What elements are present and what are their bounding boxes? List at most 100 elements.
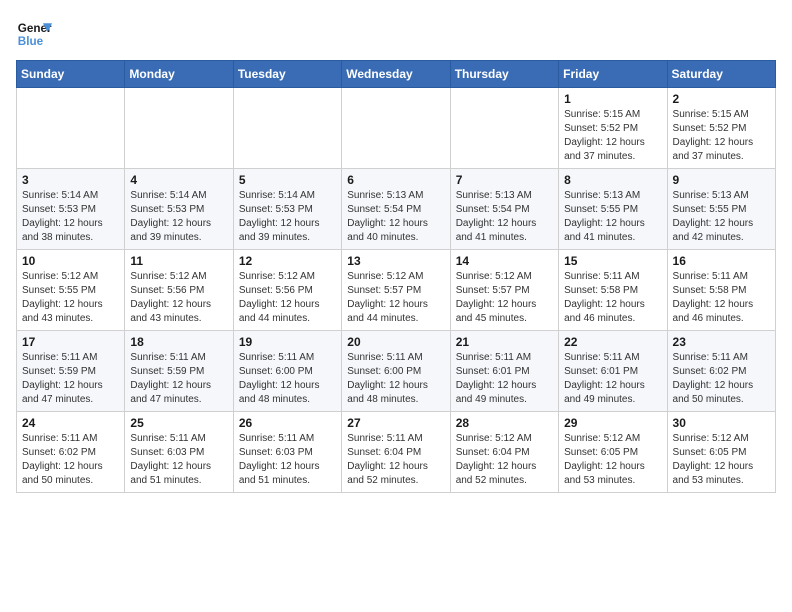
day-number: 9: [673, 173, 770, 187]
day-info: Sunrise: 5:11 AM Sunset: 6:03 PM Dayligh…: [239, 432, 336, 488]
page-header: General Blue: [16, 16, 776, 52]
day-number: 7: [456, 173, 553, 187]
calendar-cell: 10 Sunrise: 5:12 AM Sunset: 5:55 PM Dayli…: [17, 250, 125, 331]
day-info: Sunrise: 5:13 AM Sunset: 5:55 PM Dayligh…: [564, 189, 661, 245]
day-number: 15: [564, 254, 661, 268]
day-number: 25: [130, 416, 227, 430]
day-info: Sunrise: 5:11 AM Sunset: 6:02 PM Dayligh…: [22, 432, 119, 488]
day-number: 26: [239, 416, 336, 430]
logo: General Blue: [16, 16, 52, 52]
day-info: Sunrise: 5:12 AM Sunset: 5:57 PM Dayligh…: [347, 270, 444, 326]
logo-icon: General Blue: [16, 16, 52, 52]
day-number: 30: [673, 416, 770, 430]
svg-text:Blue: Blue: [18, 35, 44, 48]
calendar-cell: [233, 88, 341, 169]
day-number: 3: [22, 173, 119, 187]
day-info: Sunrise: 5:14 AM Sunset: 5:53 PM Dayligh…: [22, 189, 119, 245]
day-info: Sunrise: 5:12 AM Sunset: 5:55 PM Dayligh…: [22, 270, 119, 326]
day-number: 16: [673, 254, 770, 268]
day-header-tuesday: Tuesday: [233, 61, 341, 88]
calendar-week-row: 24 Sunrise: 5:11 AM Sunset: 6:02 PM Dayli…: [17, 412, 776, 493]
day-number: 24: [22, 416, 119, 430]
calendar-cell: 16 Sunrise: 5:11 AM Sunset: 5:58 PM Dayli…: [667, 250, 775, 331]
calendar-cell: 15 Sunrise: 5:11 AM Sunset: 5:58 PM Dayli…: [559, 250, 667, 331]
day-info: Sunrise: 5:15 AM Sunset: 5:52 PM Dayligh…: [564, 108, 661, 164]
day-info: Sunrise: 5:12 AM Sunset: 5:56 PM Dayligh…: [130, 270, 227, 326]
calendar-cell: 19 Sunrise: 5:11 AM Sunset: 6:00 PM Dayli…: [233, 331, 341, 412]
calendar-cell: [450, 88, 558, 169]
calendar-cell: 22Sunrise: 5:11 AM Sunset: 6:01 PM Dayli…: [559, 331, 667, 412]
day-info: Sunrise: 5:11 AM Sunset: 6:00 PM Dayligh…: [347, 351, 444, 407]
day-header-wednesday: Wednesday: [342, 61, 450, 88]
calendar-cell: 7 Sunrise: 5:13 AM Sunset: 5:54 PM Daylig…: [450, 169, 558, 250]
day-number: 2: [673, 92, 770, 106]
day-info: Sunrise: 5:11 AM Sunset: 6:01 PM Dayligh…: [456, 351, 553, 407]
calendar-cell: [17, 88, 125, 169]
calendar-cell: 6Sunrise: 5:13 AM Sunset: 5:54 PM Daylig…: [342, 169, 450, 250]
calendar-cell: 1 Sunrise: 5:15 AM Sunset: 5:52 PM Daylig…: [559, 88, 667, 169]
calendar-body: 1 Sunrise: 5:15 AM Sunset: 5:52 PM Daylig…: [17, 88, 776, 493]
calendar-cell: 12 Sunrise: 5:12 AM Sunset: 5:56 PM Dayli…: [233, 250, 341, 331]
day-number: 29: [564, 416, 661, 430]
calendar-cell: 5 Sunrise: 5:14 AM Sunset: 5:53 PM Daylig…: [233, 169, 341, 250]
day-info: Sunrise: 5:14 AM Sunset: 5:53 PM Dayligh…: [239, 189, 336, 245]
day-number: 1: [564, 92, 661, 106]
day-number: 17: [22, 335, 119, 349]
calendar-cell: 11Sunrise: 5:12 AM Sunset: 5:56 PM Dayli…: [125, 250, 233, 331]
calendar-cell: 9Sunrise: 5:13 AM Sunset: 5:55 PM Daylig…: [667, 169, 775, 250]
day-info: Sunrise: 5:11 AM Sunset: 5:58 PM Dayligh…: [564, 270, 661, 326]
day-info: Sunrise: 5:13 AM Sunset: 5:54 PM Dayligh…: [456, 189, 553, 245]
day-number: 27: [347, 416, 444, 430]
calendar-cell: 29 Sunrise: 5:12 AM Sunset: 6:05 PM Dayli…: [559, 412, 667, 493]
day-info: Sunrise: 5:11 AM Sunset: 6:03 PM Dayligh…: [130, 432, 227, 488]
day-number: 5: [239, 173, 336, 187]
calendar-cell: 25 Sunrise: 5:11 AM Sunset: 6:03 PM Dayli…: [125, 412, 233, 493]
day-number: 4: [130, 173, 227, 187]
day-info: Sunrise: 5:12 AM Sunset: 6:04 PM Dayligh…: [456, 432, 553, 488]
day-info: Sunrise: 5:11 AM Sunset: 5:59 PM Dayligh…: [22, 351, 119, 407]
calendar-week-row: 17 Sunrise: 5:11 AM Sunset: 5:59 PM Dayli…: [17, 331, 776, 412]
day-number: 19: [239, 335, 336, 349]
day-number: 13: [347, 254, 444, 268]
day-info: Sunrise: 5:15 AM Sunset: 5:52 PM Dayligh…: [673, 108, 770, 164]
day-header-saturday: Saturday: [667, 61, 775, 88]
calendar-cell: 21 Sunrise: 5:11 AM Sunset: 6:01 PM Dayli…: [450, 331, 558, 412]
day-info: Sunrise: 5:11 AM Sunset: 5:59 PM Dayligh…: [130, 351, 227, 407]
day-info: Sunrise: 5:11 AM Sunset: 6:02 PM Dayligh…: [673, 351, 770, 407]
day-info: Sunrise: 5:12 AM Sunset: 6:05 PM Dayligh…: [564, 432, 661, 488]
calendar-cell: [342, 88, 450, 169]
calendar-cell: 26 Sunrise: 5:11 AM Sunset: 6:03 PM Dayli…: [233, 412, 341, 493]
calendar-cell: 30 Sunrise: 5:12 AM Sunset: 6:05 PM Dayli…: [667, 412, 775, 493]
day-number: 8: [564, 173, 661, 187]
calendar-table: SundayMondayTuesdayWednesdayThursdayFrid…: [16, 60, 776, 493]
calendar-week-row: 3 Sunrise: 5:14 AM Sunset: 5:53 PM Daylig…: [17, 169, 776, 250]
day-number: 20: [347, 335, 444, 349]
day-info: Sunrise: 5:11 AM Sunset: 5:58 PM Dayligh…: [673, 270, 770, 326]
day-info: Sunrise: 5:12 AM Sunset: 5:57 PM Dayligh…: [456, 270, 553, 326]
day-number: 10: [22, 254, 119, 268]
day-header-friday: Friday: [559, 61, 667, 88]
calendar-cell: 13 Sunrise: 5:12 AM Sunset: 5:57 PM Dayli…: [342, 250, 450, 331]
day-info: Sunrise: 5:12 AM Sunset: 5:56 PM Dayligh…: [239, 270, 336, 326]
day-info: Sunrise: 5:12 AM Sunset: 6:05 PM Dayligh…: [673, 432, 770, 488]
calendar-week-row: 1 Sunrise: 5:15 AM Sunset: 5:52 PM Daylig…: [17, 88, 776, 169]
calendar-cell: 4Sunrise: 5:14 AM Sunset: 5:53 PM Daylig…: [125, 169, 233, 250]
day-number: 21: [456, 335, 553, 349]
day-number: 12: [239, 254, 336, 268]
day-number: 22: [564, 335, 661, 349]
calendar-cell: 3 Sunrise: 5:14 AM Sunset: 5:53 PM Daylig…: [17, 169, 125, 250]
day-info: Sunrise: 5:11 AM Sunset: 6:00 PM Dayligh…: [239, 351, 336, 407]
day-header-monday: Monday: [125, 61, 233, 88]
calendar-cell: 27 Sunrise: 5:11 AM Sunset: 6:04 PM Dayli…: [342, 412, 450, 493]
calendar-cell: 20 Sunrise: 5:11 AM Sunset: 6:00 PM Dayli…: [342, 331, 450, 412]
calendar-cell: 14 Sunrise: 5:12 AM Sunset: 5:57 PM Dayli…: [450, 250, 558, 331]
calendar-cell: 18 Sunrise: 5:11 AM Sunset: 5:59 PM Dayli…: [125, 331, 233, 412]
day-number: 14: [456, 254, 553, 268]
day-number: 18: [130, 335, 227, 349]
calendar-cell: 17 Sunrise: 5:11 AM Sunset: 5:59 PM Dayli…: [17, 331, 125, 412]
calendar-cell: [125, 88, 233, 169]
day-info: Sunrise: 5:13 AM Sunset: 5:54 PM Dayligh…: [347, 189, 444, 245]
day-number: 23: [673, 335, 770, 349]
day-info: Sunrise: 5:11 AM Sunset: 6:04 PM Dayligh…: [347, 432, 444, 488]
calendar-cell: 23 Sunrise: 5:11 AM Sunset: 6:02 PM Dayli…: [667, 331, 775, 412]
